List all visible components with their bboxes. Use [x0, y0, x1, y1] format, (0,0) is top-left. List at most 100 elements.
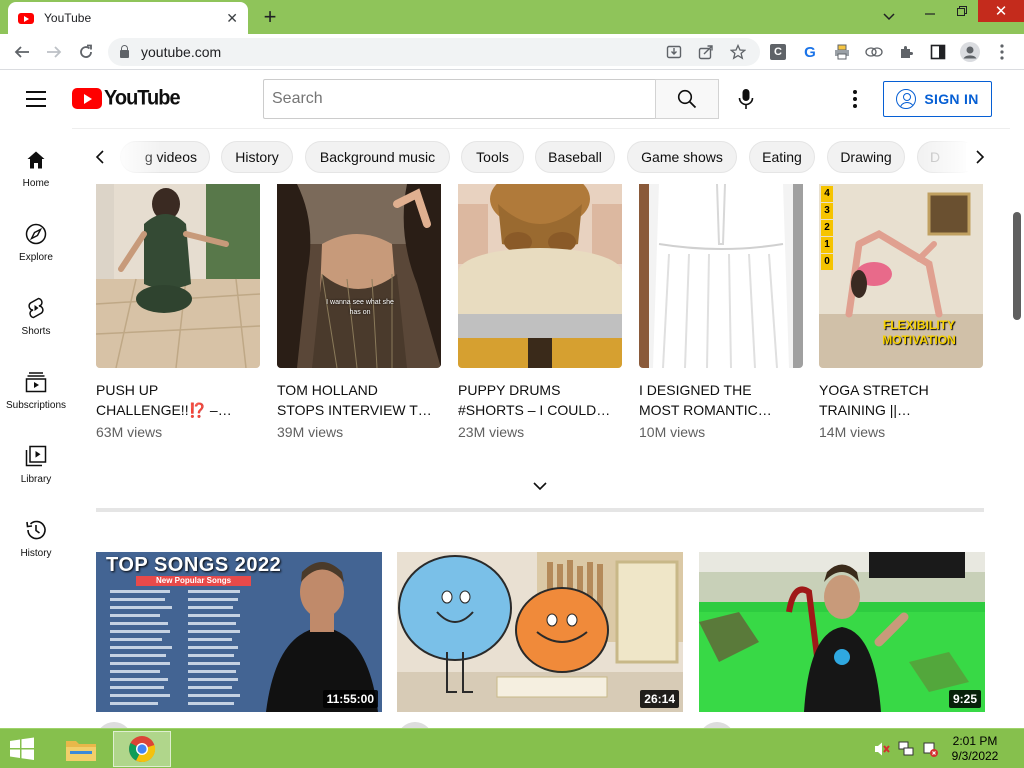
profile-avatar-icon[interactable] — [960, 42, 980, 62]
guide-item-shorts[interactable]: Shorts — [0, 286, 72, 346]
taskbar-chrome[interactable] — [113, 731, 171, 767]
left-guide: Home Explore Shorts Subscriptions Librar… — [0, 128, 72, 728]
clock-time: 2:01 PM — [952, 734, 998, 748]
guide-label: Subscriptions — [5, 400, 67, 411]
guide-label: Explore — [19, 252, 53, 263]
short-card[interactable]: I wanna see what she has on TOM HOLLAND … — [277, 184, 441, 440]
short-thumbnail[interactable] — [458, 184, 622, 368]
forward-arrow-icon[interactable] — [42, 40, 66, 64]
video-thumbnail[interactable]: 9:25 — [699, 552, 985, 712]
extensions-puzzle-icon[interactable] — [896, 42, 916, 62]
compass-icon — [24, 222, 48, 246]
subscriptions-icon — [24, 370, 48, 394]
voice-search-button[interactable] — [734, 87, 758, 111]
short-views: 23M views — [458, 424, 525, 440]
short-thumbnail[interactable]: I wanna see what she has on — [277, 184, 441, 368]
network-icon[interactable] — [898, 741, 914, 757]
taskbar-file-explorer[interactable] — [52, 731, 110, 767]
restore-button[interactable] — [946, 0, 978, 22]
browser-menu-icon[interactable] — [992, 42, 1012, 62]
chip-drawing[interactable]: Drawing — [827, 141, 905, 173]
short-card[interactable]: PUPPY DRUMS #SHORTS – I COULD… 23M views — [458, 184, 622, 440]
short-title[interactable]: PUPPY DRUMS #SHORTS – I COULD… — [458, 380, 622, 420]
youtube-header: YouTube SIGN IN — [0, 70, 1010, 128]
section-divider — [96, 508, 984, 512]
short-title[interactable]: YOGA STRETCH TRAINING ||… — [819, 380, 983, 420]
extension-g-icon[interactable]: G — [800, 42, 820, 62]
lock-icon[interactable] — [120, 45, 129, 58]
guide-item-subscriptions[interactable]: Subscriptions — [0, 360, 72, 420]
short-views: 14M views — [819, 424, 886, 440]
hamburger-menu-icon[interactable] — [26, 91, 46, 107]
address-bar[interactable]: youtube.com — [108, 38, 760, 66]
video-duration-badge: 26:14 — [640, 690, 679, 708]
guide-item-home[interactable]: Home — [0, 138, 72, 198]
minimize-button[interactable] — [914, 0, 946, 22]
scrollbar-thumb[interactable] — [1013, 212, 1021, 320]
chip-tools[interactable]: Tools — [461, 141, 524, 173]
chrome-icon — [129, 736, 156, 763]
chips-scroll-right-icon[interactable] — [966, 143, 994, 171]
short-thumbnail[interactable] — [639, 184, 803, 368]
category-chip-bar: g videos History Background music Tools … — [72, 128, 1010, 185]
video-thumbnail[interactable]: 26:14 — [397, 552, 683, 712]
windows-taskbar: 2:01 PM 9/3/2022 — [0, 728, 1024, 768]
reload-icon[interactable] — [74, 40, 98, 64]
back-arrow-icon[interactable] — [10, 40, 34, 64]
show-more-chevron-icon[interactable] — [528, 474, 552, 498]
youtube-logo[interactable]: YouTube — [72, 86, 181, 110]
sign-in-button[interactable]: SIGN IN — [883, 81, 992, 117]
chip-baseball[interactable]: Baseball — [535, 141, 615, 173]
search-input[interactable] — [263, 79, 656, 119]
countdown-overlay: 4 3 2 1 0 — [821, 186, 833, 270]
side-panel-icon[interactable] — [928, 42, 948, 62]
tab-title: YouTube — [44, 11, 92, 25]
extension-c-icon[interactable]: C — [768, 42, 788, 62]
guide-item-library[interactable]: Library — [0, 434, 72, 494]
share-icon[interactable] — [696, 42, 716, 62]
start-button[interactable] — [8, 737, 36, 761]
youtube-favicon-icon — [18, 12, 34, 24]
short-card[interactable]: I DESIGNED THE MOST ROMANTIC… 10M views — [639, 184, 803, 440]
short-title[interactable]: I DESIGNED THE MOST ROMANTIC… — [639, 380, 803, 420]
short-title[interactable]: TOM HOLLAND STOPS INTERVIEW T… — [277, 380, 441, 420]
extension-translate-icon[interactable] — [864, 42, 884, 62]
tab-search-chevron-icon[interactable] — [874, 0, 904, 34]
history-icon — [24, 518, 48, 542]
chips-scroll-left-icon[interactable] — [86, 143, 114, 171]
action-center-icon[interactable] — [922, 741, 938, 757]
short-card[interactable]: 4 3 2 1 0 FLEXIBILITY MOTIVATION YOGA ST… — [819, 184, 983, 440]
video-thumbnail[interactable]: TOP SONGS 2022 New Popular Songs 11:55:0… — [96, 552, 382, 712]
page-scrollbar[interactable] — [1010, 70, 1024, 728]
search-icon — [677, 89, 697, 109]
extension-printer-icon[interactable] — [832, 42, 852, 62]
guide-label: Library — [20, 474, 52, 485]
thumbnail-title: TOP SONGS 2022 — [106, 554, 282, 576]
settings-menu-icon[interactable] — [843, 87, 867, 111]
short-thumbnail[interactable]: 4 3 2 1 0 FLEXIBILITY MOTIVATION — [819, 184, 983, 368]
new-tab-button[interactable]: + — [258, 4, 282, 30]
short-title[interactable]: PUSH UP CHALLENGE!!⁉️ –… — [96, 380, 260, 420]
guide-item-explore[interactable]: Explore — [0, 212, 72, 272]
search-button[interactable] — [655, 79, 719, 119]
chip-game-shows[interactable]: Game shows — [627, 141, 737, 173]
chip-eating[interactable]: Eating — [749, 141, 815, 173]
bookmark-star-icon[interactable] — [728, 42, 748, 62]
close-window-button[interactable]: ✕ — [978, 0, 1024, 22]
windows-logo-icon — [10, 737, 34, 760]
chip-history[interactable]: History — [221, 141, 293, 173]
tab-close-icon[interactable]: ✕ — [226, 10, 238, 27]
speaker-muted-icon[interactable] — [874, 741, 890, 757]
install-app-icon[interactable] — [664, 42, 684, 62]
browser-tab-youtube[interactable]: YouTube ✕ — [8, 2, 248, 34]
video-duration-badge: 9:25 — [948, 690, 981, 708]
guide-label: History — [20, 548, 52, 559]
guide-item-history[interactable]: History — [0, 508, 72, 568]
browser-toolbar: youtube.com C G — [0, 34, 1024, 70]
short-card[interactable]: PUSH UP CHALLENGE!!⁉️ –… 63M views — [96, 184, 260, 440]
sign-in-label: SIGN IN — [924, 91, 979, 107]
system-clock[interactable]: 2:01 PM 9/3/2022 — [940, 734, 1010, 764]
chip-background-music[interactable]: Background music — [305, 141, 450, 173]
window-controls: ✕ — [874, 0, 1024, 34]
short-thumbnail[interactable] — [96, 184, 260, 368]
